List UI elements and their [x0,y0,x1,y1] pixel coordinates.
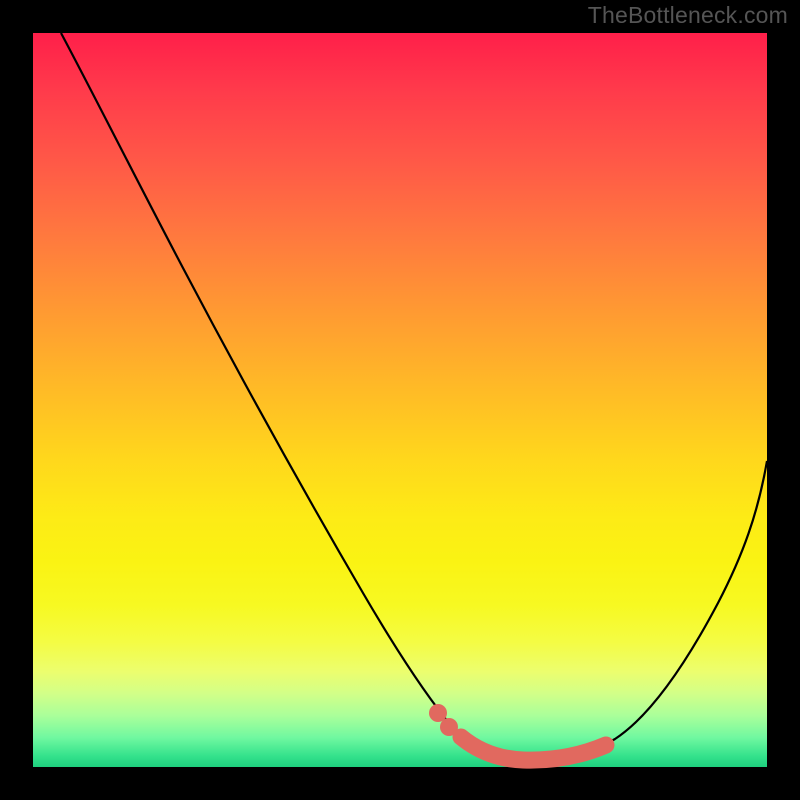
curve-svg [33,33,767,767]
highlight-dot-1 [429,704,447,722]
highlight-valley [461,737,606,760]
plot-area [33,33,767,767]
bottleneck-curve [61,33,767,761]
chart-frame: TheBottleneck.com [0,0,800,800]
highlight-dot-2 [440,718,458,736]
watermark-text: TheBottleneck.com [588,2,788,29]
